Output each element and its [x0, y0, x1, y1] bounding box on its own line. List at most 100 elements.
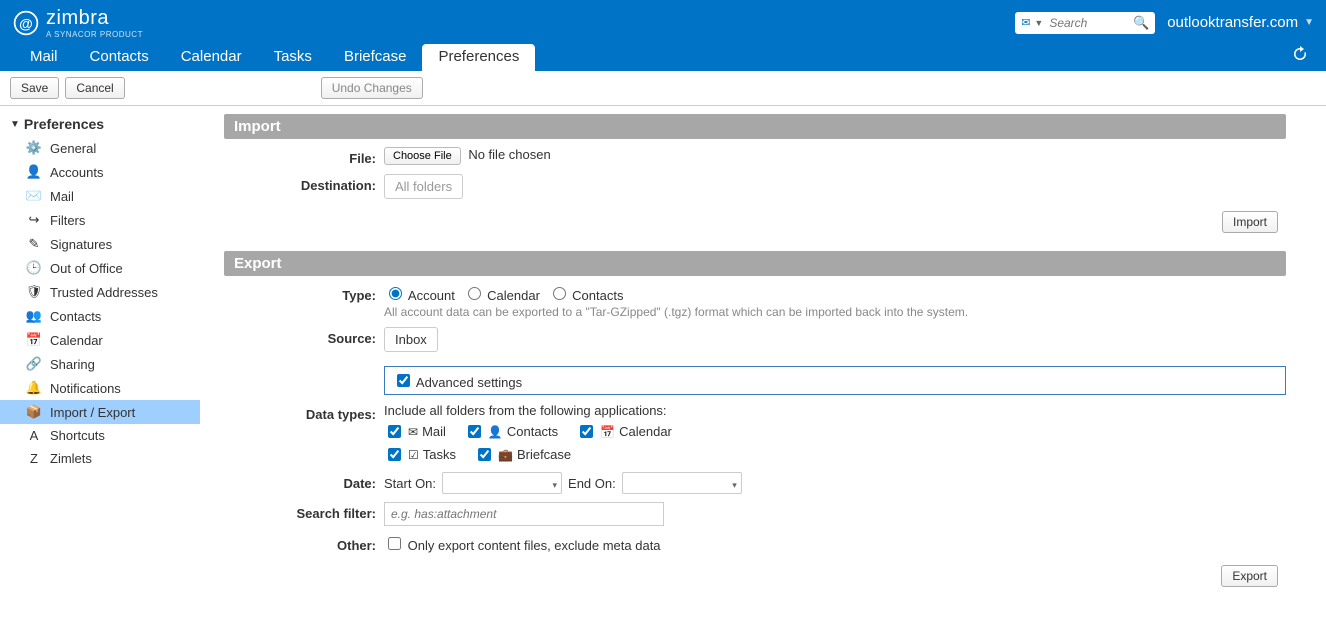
datatype-label: Tasks: [423, 447, 456, 462]
sidebar-item-signatures[interactable]: ✎ Signatures: [0, 232, 200, 256]
search-scope-caret[interactable]: ▼: [1034, 18, 1043, 28]
tab-mail[interactable]: Mail: [14, 44, 74, 71]
content-area: Import File: Choose File No file chosen …: [200, 106, 1326, 607]
contacts-icon: 👤: [488, 425, 503, 439]
cancel-button[interactable]: Cancel: [65, 77, 124, 99]
advanced-settings-label: Advanced settings: [416, 375, 522, 390]
advanced-settings-checkbox[interactable]: Advanced settings: [393, 375, 522, 390]
import-destination-select[interactable]: All folders: [384, 174, 463, 199]
sidebar-item-accounts[interactable]: 👤Accounts: [0, 160, 200, 184]
logo-subtitle: A SYNACOR PRODUCT: [46, 30, 143, 39]
choose-file-button[interactable]: Choose File: [384, 147, 461, 165]
sidebar-item-filters[interactable]: ↪Filters: [0, 208, 200, 232]
radio-contacts-label: Contacts: [572, 288, 623, 303]
sidebar-item-shortcuts[interactable]: AShortcuts: [0, 424, 200, 447]
export-source-select[interactable]: Inbox: [384, 327, 438, 352]
date-end-picker[interactable]: [622, 472, 742, 494]
sidebar-item-out-of-office[interactable]: 🕒 Out of Office: [0, 256, 200, 280]
app-header: @ zimbra A SYNACOR PRODUCT ✉ ▼ 🔍 outlook…: [0, 0, 1326, 45]
sidebar-item-calendar[interactable]: 📅 Calendar: [0, 328, 200, 352]
sidebar-item-label: Mail: [50, 189, 74, 204]
import-button[interactable]: Import: [1222, 211, 1278, 233]
undo-changes-button[interactable]: Undo Changes: [321, 77, 423, 99]
svg-text:@: @: [19, 15, 33, 31]
datatype-mail[interactable]: ✉ Mail: [384, 422, 446, 441]
radio-account-label: Account: [408, 288, 455, 303]
only-export-content-checkbox[interactable]: Only export content files, exclude meta …: [384, 538, 661, 553]
datatype-tasks[interactable]: ☑Tasks: [384, 445, 456, 464]
search-box[interactable]: ✉ ▼ 🔍: [1015, 12, 1155, 34]
calendar-icon: 📅: [26, 332, 42, 348]
sidebar-item-import-export[interactable]: 📦 Import / Export: [0, 400, 200, 424]
search-input[interactable]: [1047, 15, 1133, 31]
sidebar-item-label: Calendar: [50, 333, 103, 348]
export-source-label: Source:: [224, 327, 384, 346]
tab-calendar[interactable]: Calendar: [165, 44, 258, 71]
datatype-briefcase[interactable]: 💼 Briefcase: [474, 445, 571, 464]
export-section-header: Export: [224, 251, 1286, 276]
toolbar: Save Cancel Undo Changes: [0, 71, 1326, 106]
sidebar-item-sharing[interactable]: 🔗Sharing: [0, 352, 200, 376]
logo-text: zimbra: [46, 7, 143, 30]
zimlets-icon: Z: [26, 451, 42, 466]
sidebar-item-general[interactable]: ⚙️General: [0, 136, 200, 160]
tab-preferences[interactable]: Preferences: [422, 44, 535, 71]
datatypes-hint: Include all folders from the following a…: [384, 403, 1286, 418]
save-button[interactable]: Save: [10, 77, 59, 99]
preferences-sidebar: ▼ Preferences ⚙️General👤Accounts✉️Mail↪F…: [0, 106, 200, 607]
search-filter-input[interactable]: [384, 502, 664, 526]
export-datatypes-label: Data types:: [224, 403, 384, 422]
sharing-icon: 🔗: [26, 356, 42, 372]
sidebar-item-label: Signatures: [50, 237, 112, 252]
account-menu-caret-icon[interactable]: ▼: [1304, 17, 1314, 28]
export-date-label: Date:: [224, 472, 384, 491]
signatures-icon: ✎: [26, 236, 42, 252]
tab-contacts[interactable]: Contacts: [74, 44, 165, 71]
import-export-icon: 📦: [26, 404, 42, 420]
datatype-contacts[interactable]: 👤 Contacts: [464, 422, 558, 441]
main-nav: Mail Contacts Calendar Tasks Briefcase P…: [0, 45, 1326, 71]
sidebar-item-notifications[interactable]: 🔔Notifications: [0, 376, 200, 400]
tab-briefcase[interactable]: Briefcase: [328, 44, 423, 71]
export-filter-label: Search filter:: [224, 502, 384, 521]
import-destination-label: Destination:: [224, 174, 384, 193]
mail-icon: ✉: [408, 425, 418, 439]
sidebar-title[interactable]: ▼ Preferences: [0, 112, 200, 136]
radio-calendar-label: Calendar: [487, 288, 540, 303]
radio-account[interactable]: Account: [384, 288, 455, 303]
mail-icon: ✉: [1021, 16, 1030, 29]
sidebar-item-label: Shortcuts: [50, 428, 105, 443]
sidebar-item-contacts[interactable]: 👥Contacts: [0, 304, 200, 328]
date-start-picker[interactable]: [442, 472, 562, 494]
chevron-down-icon: [553, 476, 558, 491]
search-icon[interactable]: 🔍: [1133, 15, 1149, 31]
general-icon: ⚙️: [26, 140, 42, 156]
sidebar-item-zimlets[interactable]: Z Zimlets: [0, 447, 200, 470]
sidebar-item-label: Filters: [50, 213, 85, 228]
export-button[interactable]: Export: [1221, 565, 1278, 587]
sidebar-title-text: Preferences: [24, 116, 104, 132]
radio-contacts[interactable]: Contacts: [548, 288, 624, 303]
datatype-calendar[interactable]: 📅Calendar: [576, 422, 672, 441]
radio-calendar[interactable]: Calendar: [463, 288, 540, 303]
sidebar-item-mail[interactable]: ✉️Mail: [0, 184, 200, 208]
account-name[interactable]: outlooktransfer.com: [1167, 14, 1298, 31]
contacts-icon: 👥: [26, 308, 42, 324]
briefcase-icon: 💼: [498, 448, 513, 462]
collapse-caret-icon[interactable]: ▼: [10, 119, 20, 130]
date-start-label: Start On:: [384, 476, 436, 491]
logo: @ zimbra A SYNACOR PRODUCT: [12, 7, 143, 39]
sidebar-item-label: Out of Office: [50, 261, 123, 276]
datatype-label: Contacts: [507, 424, 558, 439]
refresh-icon[interactable]: [1292, 46, 1326, 71]
chevron-down-icon: [732, 476, 737, 491]
sidebar-item-label: Zimlets: [50, 451, 92, 466]
import-file-label: File:: [224, 147, 384, 166]
sidebar-item-trusted-addresses[interactable]: 🛡Trusted Addresses: [0, 280, 200, 304]
sidebar-item-label: Import / Export: [50, 405, 135, 420]
tab-tasks[interactable]: Tasks: [258, 44, 328, 71]
datatype-label: Mail: [422, 424, 446, 439]
out-of-office-icon: 🕒: [26, 260, 42, 276]
datatype-label: Briefcase: [517, 447, 571, 462]
date-end-label: End On:: [568, 476, 616, 491]
